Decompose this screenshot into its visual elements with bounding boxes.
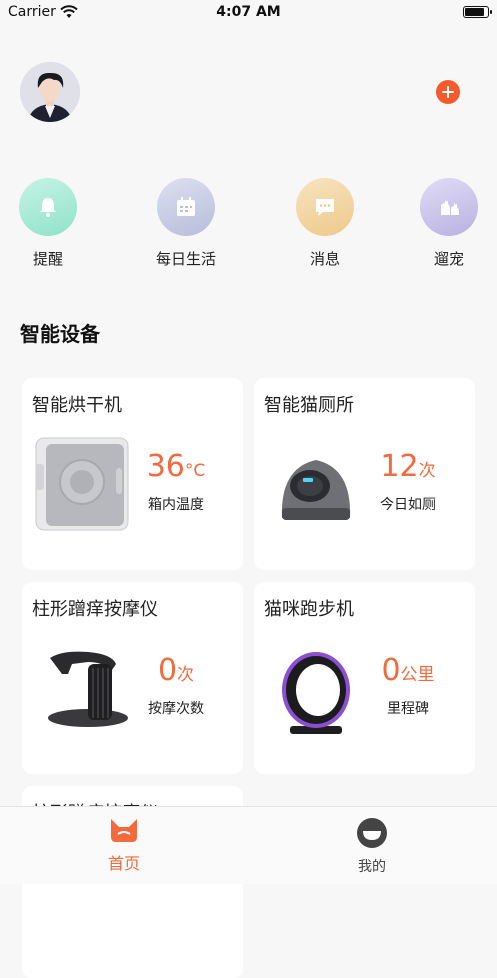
litter-box-image <box>281 460 351 520</box>
tab-mine[interactable]: 我的 <box>322 817 422 876</box>
device-stat-label: 里程碑 <box>387 701 429 717</box>
device-card-massager[interactable]: 柱形蹭痒按摩仪 0次 按摩次数 <box>22 582 243 774</box>
quick-label: 消息 <box>309 250 340 268</box>
device-unit: 次 <box>177 665 195 685</box>
device-title: 猫咪跑步机 <box>264 599 354 620</box>
quick-item-walk-pet[interactable]: 遛宠 <box>404 178 494 269</box>
device-value: 0 <box>381 653 401 688</box>
battery-icon <box>463 6 492 18</box>
chat-icon <box>296 178 354 236</box>
device-value: 36 <box>146 449 185 484</box>
quick-label: 每日生活 <box>155 250 216 268</box>
device-value: 0 <box>157 653 178 688</box>
quick-label: 提醒 <box>32 250 63 268</box>
device-stat-label: 按摩次数 <box>148 701 204 717</box>
device-unit: 公里 <box>400 665 435 685</box>
bell-icon <box>19 178 77 236</box>
device-title: 智能猫厕所 <box>264 395 354 416</box>
device-value: 12 <box>380 449 419 484</box>
tab-home[interactable]: 首页 <box>74 817 174 874</box>
profile-icon <box>357 818 387 848</box>
device-stat-label: 今日如厕 <box>380 497 436 513</box>
device-stat-label: 箱内温度 <box>148 497 204 513</box>
device-unit: °C <box>184 461 206 481</box>
device-stat: 0次 按摩次数 <box>126 654 226 718</box>
pets-icon <box>420 178 478 236</box>
status-time: 4:07 AM <box>216 4 281 20</box>
quick-item-reminder[interactable]: 提醒 <box>3 178 93 269</box>
add-device-button[interactable] <box>436 80 460 104</box>
cat-wheel-image <box>282 652 350 734</box>
device-stat: 12次 今日如厕 <box>358 450 458 514</box>
avatar[interactable] <box>20 62 80 122</box>
tab-mine-label: 我的 <box>358 859 386 875</box>
status-bar: Carrier 4:07 AM <box>0 0 497 26</box>
tab-bar: 首页 我的 <box>0 806 497 884</box>
quick-label: 遛宠 <box>433 250 464 268</box>
quick-item-messages[interactable]: 消息 <box>280 178 370 269</box>
device-unit: 次 <box>418 461 436 481</box>
section-title: 智能设备 <box>20 322 100 346</box>
device-stat: 0公里 里程碑 <box>358 654 458 718</box>
tab-home-label: 首页 <box>107 854 140 873</box>
massager-image <box>48 651 128 727</box>
device-title: 柱形蹭痒按摩仪 <box>32 599 158 620</box>
quick-item-daily-life[interactable]: 每日生活 <box>141 178 231 269</box>
device-card-cat-wheel[interactable]: 猫咪跑步机 0公里 里程碑 <box>254 582 475 774</box>
calendar-icon <box>157 178 215 236</box>
cat-home-icon <box>111 819 137 842</box>
device-card-litter-box[interactable]: 智能猫厕所 12次 今日如厕 <box>254 378 475 570</box>
device-stat: 36°C 箱内温度 <box>126 450 226 514</box>
device-title: 智能烘干机 <box>32 395 122 416</box>
device-card-dryer[interactable]: 智能烘干机 36°C 箱内温度 <box>22 378 243 570</box>
dryer-image <box>35 437 129 531</box>
